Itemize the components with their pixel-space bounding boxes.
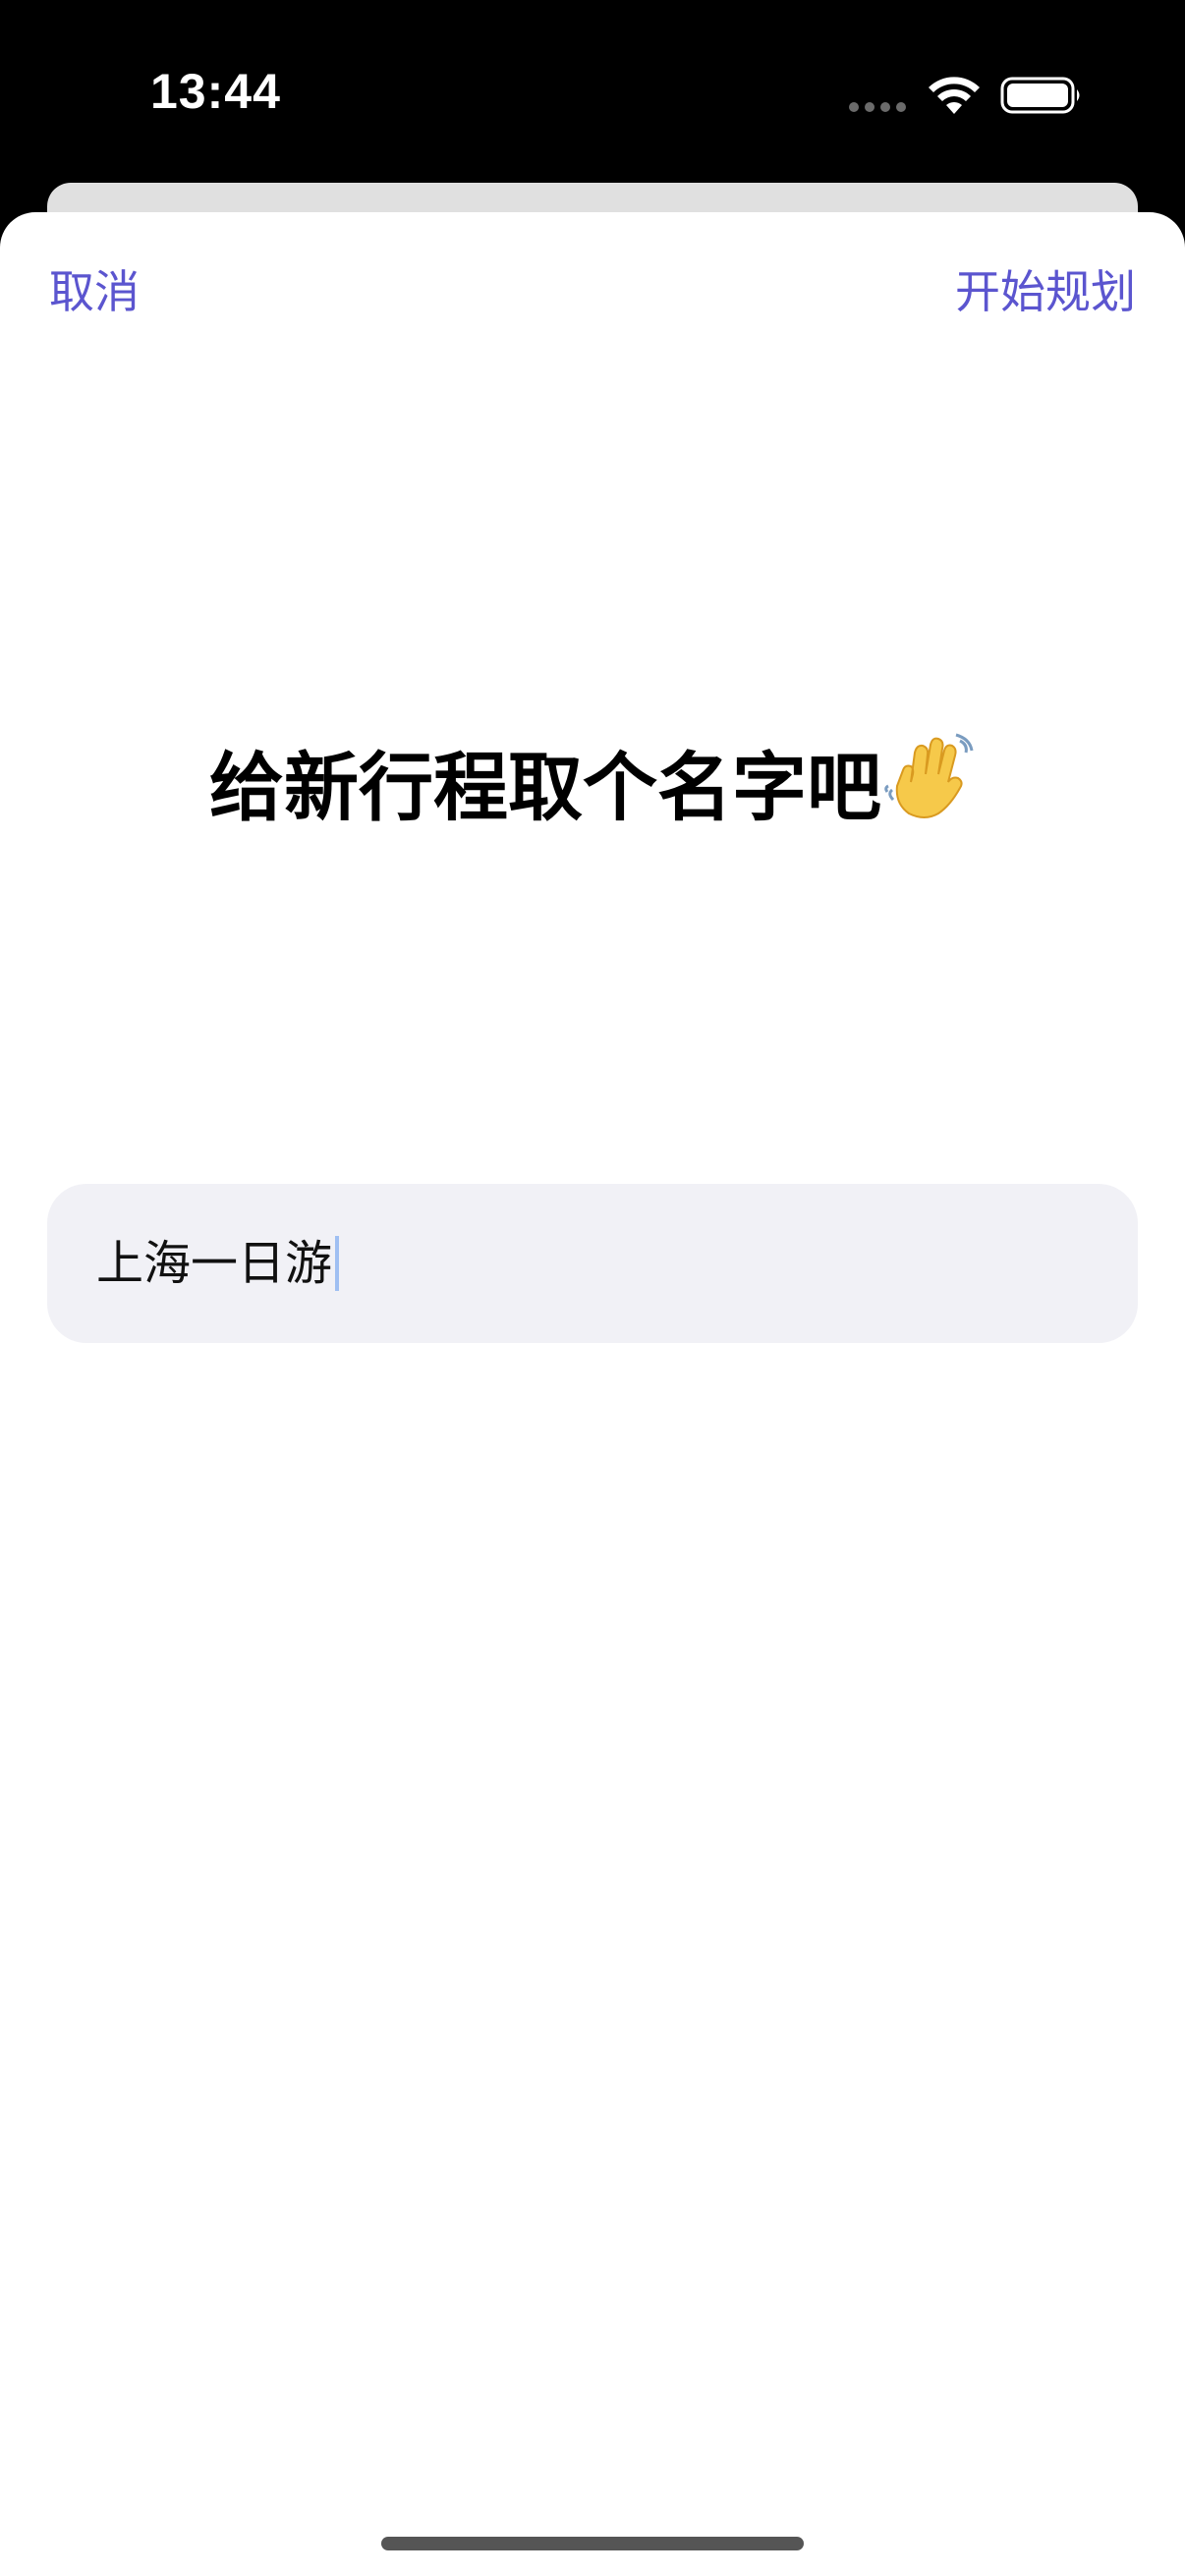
battery-icon [1000, 77, 1080, 114]
status-bar: 13:44 [0, 0, 1185, 187]
home-indicator[interactable] [381, 2537, 804, 2550]
trip-name-input[interactable]: 上海一日游 [47, 1184, 1138, 1343]
title-text: 给新行程取个名字吧 [209, 744, 881, 831]
waving-hand-icon [884, 733, 974, 818]
start-planning-button[interactable]: 开始规划 [955, 269, 1136, 314]
cellular-signal-icon [849, 102, 906, 112]
text-cursor [335, 1236, 340, 1291]
cancel-button[interactable]: 取消 [49, 269, 140, 314]
wifi-icon [929, 77, 980, 114]
page-title: 给新行程取个名字吧 [0, 731, 1185, 832]
new-trip-sheet: 取消 开始规划 给新行程取个名字吧 上海一日游 [0, 212, 1185, 2576]
trip-name-value: 上海一日游 [96, 1236, 333, 1291]
status-time: 13:44 [150, 64, 281, 119]
